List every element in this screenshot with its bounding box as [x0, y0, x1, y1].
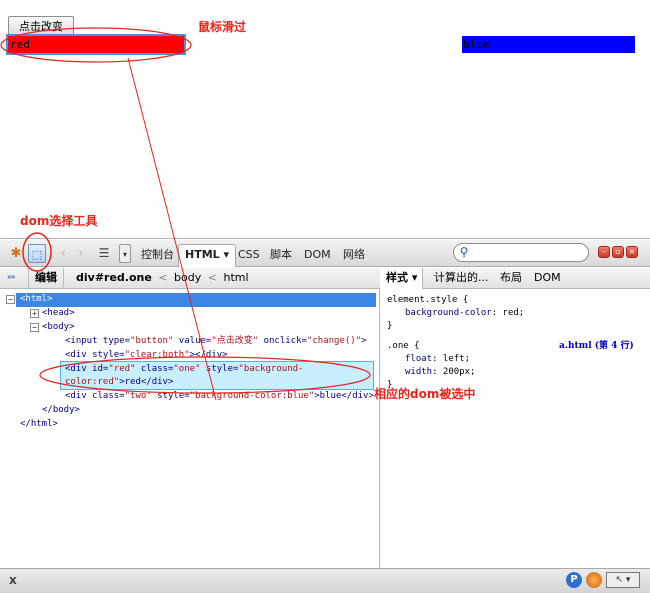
style-tabs: 样式 ▾ 计算出的... 布局 DOM [381, 268, 650, 289]
list-icon[interactable]: ☰ [95, 244, 113, 263]
tree-node-head[interactable]: <head> [42, 307, 75, 320]
firefox-icon[interactable] [586, 572, 602, 588]
minimize-icon[interactable]: – [598, 246, 610, 258]
back-arrow-icon[interactable]: ‹ [56, 244, 70, 263]
tree-node-input[interactable]: <input type="button" value="点击改变" onclic… [65, 335, 367, 348]
tree-row-highlight [16, 293, 376, 307]
tree-node-div-red[interactable]: <div id="red" class="one" style="backgro… [65, 363, 303, 376]
cursor-icon: ⬚ [31, 248, 43, 261]
tag-text: >red</div> [119, 377, 174, 387]
attr-value: "one" [173, 364, 201, 374]
annotation-dom-tool: dom选择工具 [20, 214, 98, 228]
menu-dropdown-icon[interactable]: ▾ [119, 244, 131, 263]
css-selector: element.style { [387, 295, 469, 305]
tag-text: class= [135, 364, 174, 374]
tag-text: > [361, 336, 367, 346]
css-value: : red; [491, 308, 525, 318]
tab-console[interactable]: 控制台 [137, 245, 178, 265]
red-div[interactable]: red [6, 34, 186, 55]
tree-node-body-close[interactable]: </body> [42, 404, 80, 417]
annotation-hover: 鼠标滑过 [198, 20, 247, 34]
inspect-element-button[interactable]: ⬚ [28, 244, 46, 263]
search-icon: ⚲ [459, 245, 469, 259]
breadcrumb: ⇔ 编辑 div#red.one < body < html [0, 268, 380, 289]
tag-text: style= [200, 364, 239, 374]
page-preview: 点击改变 red blue [0, 0, 650, 239]
attr-value: "red" [108, 364, 136, 374]
css-property: width [405, 367, 433, 377]
blue-div[interactable]: blue [462, 36, 635, 53]
attr-value: "点击改变" [211, 336, 259, 346]
css-value: : left; [432, 354, 471, 364]
tab-style-dom[interactable]: DOM [529, 268, 566, 288]
attr-value: "background- [238, 364, 304, 374]
p-badge-icon[interactable]: P [566, 572, 582, 588]
tab-style[interactable]: 样式 ▾ [381, 268, 424, 289]
breadcrumb-body[interactable]: body [174, 271, 201, 284]
tag-text: <div class= [65, 391, 125, 401]
css-selector: .one { [387, 341, 420, 351]
tree-node-div-blue[interactable]: <div class="two" style="background-color… [65, 390, 374, 403]
tab-computed[interactable]: 计算出的... [429, 268, 494, 288]
style-panel: 样式 ▾ 计算出的... 布局 DOM element.style { back… [381, 268, 650, 568]
close-icon[interactable]: x [9, 573, 17, 587]
tag-text: <div style= [65, 350, 125, 360]
breadcrumb-html[interactable]: html [223, 271, 248, 284]
attr-value: "two" [124, 391, 152, 401]
tag-text: <input type= [65, 336, 131, 346]
collapse-toggle-icon[interactable]: − [30, 323, 39, 332]
tab-css[interactable]: CSS [234, 245, 264, 265]
dom-tree: − <html> + <head> − <body> <input type="… [0, 290, 378, 568]
css-brace: } [387, 321, 393, 331]
expand-toggle-icon[interactable]: + [30, 309, 39, 318]
tag-text: style= [151, 391, 190, 401]
tag-text: >blue</div> [314, 391, 374, 401]
css-rules: element.style { background-color: red; }… [381, 290, 650, 568]
tag-text: onclick= [258, 336, 307, 346]
tree-node-div-red-cont[interactable]: color:red">red</div> [65, 376, 173, 389]
html-panel: ⇔ 编辑 div#red.one < body < html − <html> … [0, 268, 380, 568]
attr-value: "button" [130, 336, 174, 346]
css-rule[interactable]: width: 200px; [405, 366, 475, 379]
source-file-link[interactable]: a.html (第 4 行) [559, 340, 634, 353]
forward-arrow-icon[interactable]: › [74, 244, 88, 263]
breadcrumb-separator: < [207, 271, 217, 284]
expand-arrows-icon[interactable]: ⇔ [7, 268, 15, 288]
tag-text: value= [173, 336, 212, 346]
breadcrumb-path: div#red.one < body < html [76, 268, 249, 288]
attr-value: "clear:both" [124, 350, 190, 360]
inspect-dropdown-icon[interactable]: ↖ ▾ [606, 572, 640, 588]
status-bar: x P ↖ ▾ [0, 568, 650, 593]
css-rule[interactable]: float: left; [405, 353, 470, 366]
tree-node-html-close[interactable]: </html> [20, 418, 58, 431]
edit-button[interactable]: 编辑 [28, 268, 64, 288]
change-button[interactable]: 点击改变 [8, 16, 74, 36]
css-value: : 200px; [432, 367, 476, 377]
breadcrumb-current[interactable]: div#red.one [76, 271, 152, 284]
search-input[interactable]: ⚲ [453, 243, 589, 262]
tab-net[interactable]: 网络 [339, 245, 369, 265]
firebug-toolbar: ✱ ⬚ ‹ › ☰ ▾ 控制台 HTML ▾ CSS 脚本 DOM 网络 ⚲ –… [0, 240, 650, 267]
attr-value: "background-color:blue" [189, 391, 315, 401]
css-property: float [405, 354, 433, 364]
tab-script[interactable]: 脚本 [266, 245, 296, 265]
tag-text: ></div> [189, 350, 228, 360]
attr-value: "change()" [306, 336, 362, 346]
tag-text: <div id= [65, 364, 109, 374]
firebug-icon[interactable]: ✱ [6, 244, 26, 263]
attr-value: color:red" [65, 377, 120, 387]
tree-node-body[interactable]: <body> [42, 321, 75, 334]
breadcrumb-separator: < [158, 271, 168, 284]
tree-node-html[interactable]: <html> [20, 293, 53, 306]
collapse-toggle-icon[interactable]: − [6, 295, 15, 304]
tab-html[interactable]: HTML ▾ [178, 244, 237, 267]
css-property: background-color [405, 308, 492, 318]
detach-icon[interactable]: ▫ [612, 246, 624, 258]
close-icon[interactable]: × [626, 246, 638, 258]
tab-layout[interactable]: 布局 [495, 268, 527, 288]
annotation-selected: 相应的dom被选中 [374, 387, 476, 401]
css-rule[interactable]: background-color: red; [405, 307, 524, 320]
tab-dom[interactable]: DOM [300, 245, 335, 265]
